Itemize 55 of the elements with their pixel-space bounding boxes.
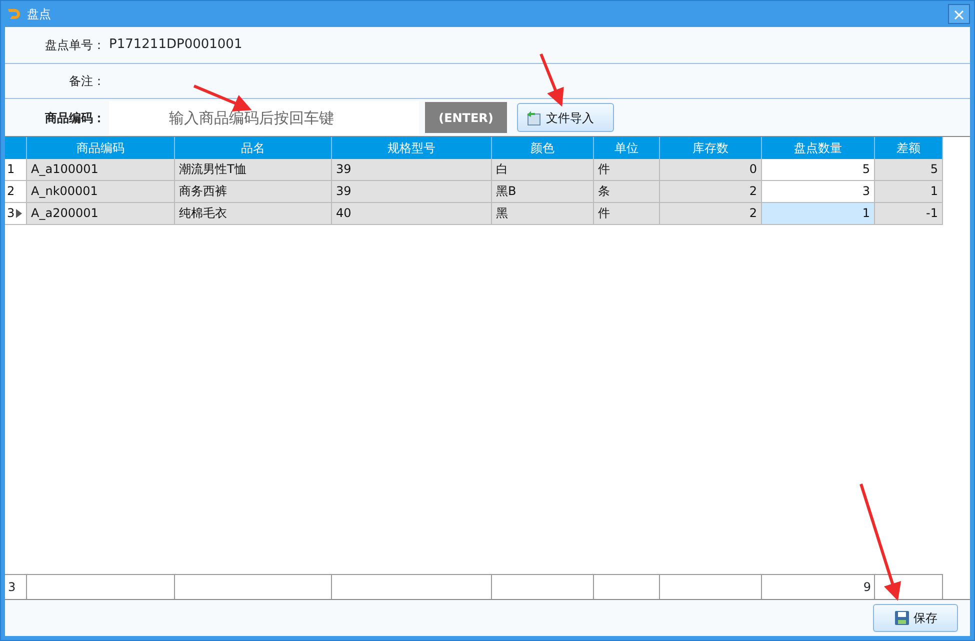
field-label: 盘点单号： [44, 37, 106, 54]
column-header: 规格型号 [332, 137, 492, 159]
column-header: 单位 [594, 137, 660, 159]
annotation-arrow [540, 53, 564, 107]
table-cell: 黑B [492, 181, 594, 203]
column-header: 颜色 [492, 137, 594, 159]
table-cell: 5 [875, 159, 943, 181]
current-row-icon [16, 209, 22, 218]
table-cell: 纯棉毛衣 [175, 203, 332, 225]
table-cell: A_nk00001 [27, 181, 175, 203]
row-header[interactable]: 3 [5, 203, 27, 225]
table-cell[interactable]: 3 [762, 181, 875, 203]
table-cell: 条 [594, 181, 660, 203]
table-cell: 白 [492, 159, 594, 181]
table-cell: A_a200001 [27, 203, 175, 225]
table-cell: 黑 [492, 203, 594, 225]
window-title: 盘点 [27, 6, 51, 23]
table-cell[interactable]: 5 [762, 159, 875, 181]
save-icon [894, 610, 910, 626]
column-header: 库存数 [660, 137, 762, 159]
table-cell: 件 [594, 203, 660, 225]
enter-button[interactable]: (ENTER) [425, 102, 507, 133]
close-button[interactable] [948, 4, 970, 24]
field-label: 商品编码： [44, 110, 106, 126]
table-cell: 39 [332, 159, 492, 181]
row-header[interactable]: 1 [5, 159, 27, 181]
field-label: 备注： [68, 73, 106, 90]
table-cell: 1 [875, 181, 943, 203]
app-logo-icon [7, 7, 21, 21]
close-icon [954, 10, 964, 20]
order-number: P171211DP0001001 [109, 36, 242, 54]
header-corner-cell [5, 137, 27, 159]
annotation-arrow [193, 84, 252, 112]
product-code-field[interactable]: 输入商品编码后按回车键 [109, 100, 419, 134]
table-cell: 40 [332, 203, 492, 225]
table-cell: 2 [660, 181, 762, 203]
table-cell: 39 [332, 181, 492, 203]
save-button[interactable]: 保存 [873, 604, 958, 632]
import-button[interactable]: 文件导入 [517, 103, 614, 132]
table-cell: 0 [660, 159, 762, 181]
table-cell: 商务西裤 [175, 181, 332, 203]
table-cell: -1 [875, 203, 943, 225]
summary-cell: 3 [5, 574, 27, 599]
table-cell: 2 [660, 203, 762, 225]
import-file-icon [526, 110, 542, 126]
table-cell[interactable]: 1 [762, 203, 875, 225]
table-cell: 潮流男性T恤 [175, 159, 332, 181]
column-header: 品名 [175, 137, 332, 159]
row-header[interactable]: 2 [5, 181, 27, 203]
summary-cell: 9 [762, 574, 875, 599]
column-header: 盘点数量 [762, 137, 875, 159]
table-cell: A_a100001 [27, 159, 175, 181]
column-header: 商品编码 [27, 137, 175, 159]
column-header: 差额 [875, 137, 943, 159]
table-cell: 件 [594, 159, 660, 181]
